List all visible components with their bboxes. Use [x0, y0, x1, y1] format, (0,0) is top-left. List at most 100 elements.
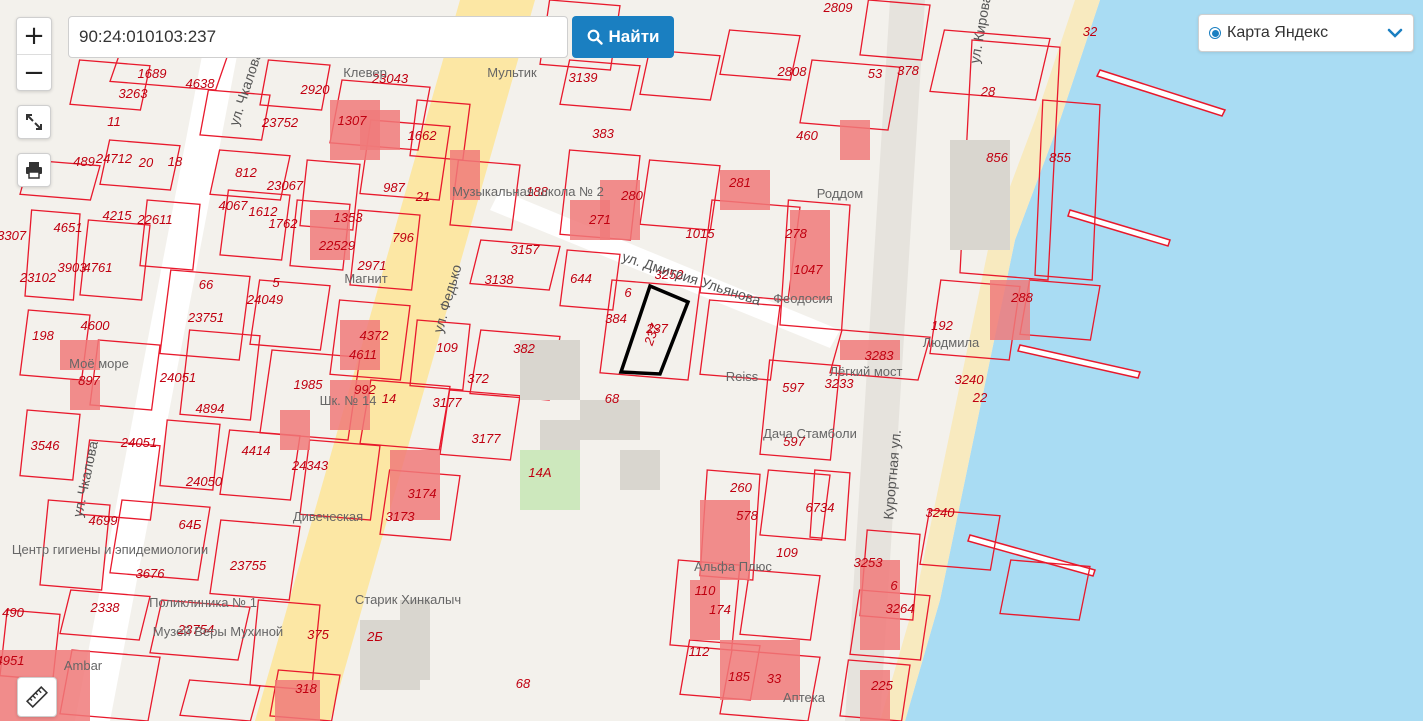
- parcel-number-label: 897: [78, 373, 100, 388]
- zoom-in-button[interactable]: +: [17, 18, 51, 54]
- poi-label: Аптека: [783, 690, 826, 705]
- fullscreen-button[interactable]: [17, 105, 51, 139]
- building-fill: [840, 120, 870, 160]
- parcel-number-label: 24051: [159, 370, 196, 385]
- poi-label: Старик Хинкалыч: [355, 592, 461, 607]
- parcel-outline: [249, 279, 331, 351]
- parcel-number-label: 3253: [854, 555, 884, 570]
- parcel-number-label: 110: [695, 583, 716, 598]
- measure-button[interactable]: [17, 677, 57, 717]
- printer-icon: [26, 162, 42, 179]
- parcel-number-label: 812: [235, 165, 257, 180]
- parcel-number-label: 28: [980, 84, 996, 99]
- parcel-number-label: 281: [728, 175, 751, 190]
- parcel-number-label: 2809: [823, 0, 853, 15]
- parcel-number-label: 5: [272, 275, 280, 290]
- parcel-number-label: 3157: [511, 242, 541, 257]
- parcel-number-label: 271: [588, 212, 611, 227]
- cadastral-search-input[interactable]: [68, 16, 568, 58]
- parcel-number-label: 185: [728, 669, 750, 684]
- parcel-number-label: 856: [986, 150, 1008, 165]
- parcel-number-label: 21: [415, 189, 430, 204]
- parcel-number-label: 987: [383, 180, 405, 195]
- parcel-number-label: 14А: [528, 465, 551, 480]
- parcel-number-label: 4651: [54, 220, 83, 235]
- poi-label: Дача Стамболи: [763, 426, 857, 441]
- parcel-number-label: 53: [868, 66, 883, 81]
- poi-label: Ambar: [64, 658, 103, 673]
- poi-label: Центр гигиены и эпидемиологии: [12, 542, 208, 557]
- cadastral-map[interactable]: 280931393832808 53 3783228856 85516894638 29…: [0, 0, 1423, 721]
- parcel-number-label: 23751: [187, 310, 224, 325]
- street-name-label: ул. Чкалова: [69, 439, 101, 518]
- parcel-number-label: 66: [199, 277, 214, 292]
- poi-label: Шк. № 14: [320, 393, 377, 408]
- parcel-number-label: 2808: [777, 64, 808, 79]
- parcel-number-label: 174: [709, 602, 731, 617]
- parcel-number-label: 68: [516, 676, 531, 691]
- parcel-number-label: 4372: [360, 328, 390, 343]
- parcel-number-label: 23755: [229, 558, 267, 573]
- parcel-number-label: 3264: [886, 601, 915, 616]
- parcel-number-label: 1047: [794, 262, 824, 277]
- parcel-number-label: 4611: [349, 347, 377, 362]
- parcel-number-label: 14: [382, 391, 396, 406]
- parcel-number-label: 4699: [89, 513, 118, 528]
- parcel-number-label: 1762: [269, 216, 299, 231]
- parcel-number-label: 11: [107, 114, 121, 129]
- parcel-number-label: 1662: [408, 128, 438, 143]
- parcel-number-label: 198: [32, 328, 54, 343]
- poi-label: Музей Веры Мухиной: [153, 624, 283, 639]
- parcel-number-label: 2Б: [366, 629, 383, 644]
- parcel-number-label: 489: [73, 154, 95, 169]
- parcel-number-label: 1689: [138, 66, 167, 81]
- parcel-number-label: 3676: [136, 566, 166, 581]
- parcel-number-label: 23067: [266, 178, 304, 193]
- zoom-out-button[interactable]: −: [17, 54, 51, 91]
- poi-label: Поликлиника № 1: [149, 595, 257, 610]
- base-layer-select[interactable]: Карта Яндекс: [1198, 14, 1414, 52]
- ruler-icon: [26, 686, 48, 708]
- parcel-outline: [639, 159, 721, 231]
- poi-label: Клевер: [343, 65, 387, 80]
- base-layer-label: Карта Яндекс: [1227, 24, 1329, 41]
- street-name-label: ул. Дмитрия Ульянова: [620, 248, 763, 308]
- parcel-number-label: 855: [1049, 150, 1071, 165]
- parcel-number-label: 3174: [408, 486, 437, 501]
- parcel-number-label: 372: [467, 371, 489, 386]
- parcel-number-label: 6: [890, 578, 898, 593]
- parcel-number-label: 1353: [334, 210, 364, 225]
- poi-label: Роддом: [817, 186, 863, 201]
- parcel-number-label: 644: [570, 271, 592, 286]
- parcel-number-label: 2920: [300, 82, 331, 97]
- parcel-number-label: 3546: [31, 438, 61, 453]
- parcel-number-label: 382: [513, 341, 535, 356]
- parcel-number-label: 4067: [219, 198, 249, 213]
- parcel-number-label: 22: [972, 390, 988, 405]
- parcel-number-label: 796: [392, 230, 414, 245]
- expand-icon: [26, 114, 42, 130]
- parcel-number-label: 22529: [318, 238, 355, 253]
- parcel-number-label: 384: [605, 311, 627, 326]
- parcel-number-label: 1015: [686, 226, 716, 241]
- parcel-number-label: 597: [782, 380, 804, 395]
- parcel-number-label: 260: [729, 480, 752, 495]
- poi-label: Феодосия: [773, 291, 833, 306]
- parcel-number-label: 1307: [338, 113, 368, 128]
- building-fill: [790, 210, 830, 300]
- parcel-number-label: 383: [592, 126, 614, 141]
- parcel-number-label: 64Б: [179, 517, 202, 532]
- parcel-number-label: 4215: [103, 208, 133, 223]
- parcel-number-label: 278: [784, 226, 807, 241]
- chevron-down-icon: [1387, 28, 1403, 38]
- parcel-number-label: 318: [295, 681, 317, 696]
- park-area: [520, 450, 580, 510]
- parcel-number-label: 1985: [294, 377, 324, 392]
- parcel-number-label: 3177: [472, 431, 502, 446]
- parcel-number-label: 23752: [261, 115, 299, 130]
- parcel-number-label: 3177: [433, 395, 463, 410]
- parcel-number-label: 375: [307, 627, 329, 642]
- print-button[interactable]: [17, 153, 51, 187]
- find-button[interactable]: Найти: [572, 16, 674, 58]
- parcel-number-label: 20: [138, 155, 154, 170]
